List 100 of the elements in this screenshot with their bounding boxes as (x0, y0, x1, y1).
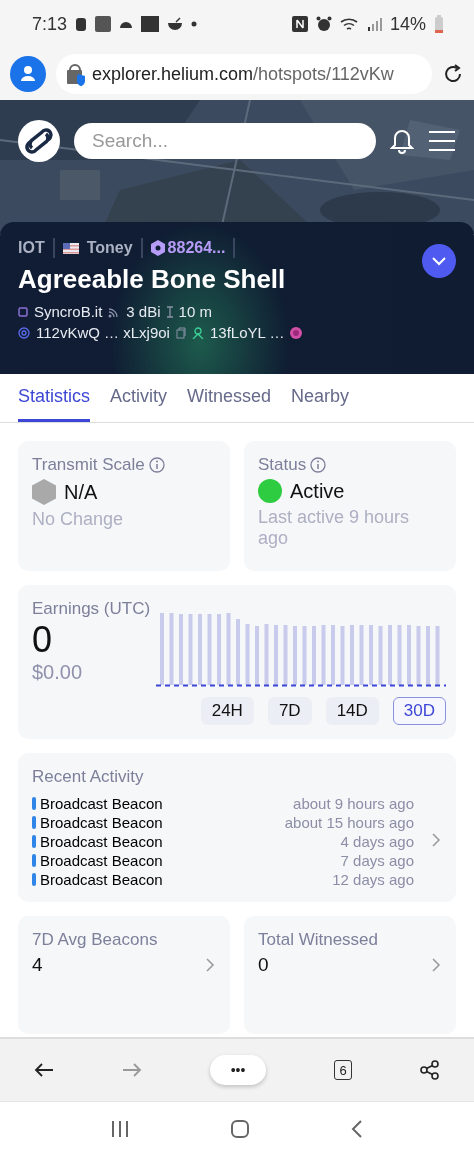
range-button[interactable]: 7D (267, 697, 312, 725)
chart-bar (369, 625, 373, 685)
chart-bar (217, 614, 221, 685)
tab[interactable]: Nearby (291, 374, 350, 422)
card-title: Status (258, 455, 307, 475)
status-value: Active (290, 479, 345, 503)
flag-icon (62, 242, 79, 254)
menu-icon[interactable] (428, 130, 456, 152)
status-dot-icon (258, 479, 282, 503)
chart-bar (312, 626, 316, 685)
activity-label: Broadcast Beacon (40, 814, 163, 831)
chart-bar (388, 625, 392, 685)
recents-icon[interactable] (110, 1120, 129, 1138)
chart-bar (169, 613, 174, 685)
bar-marker-icon (32, 854, 36, 867)
antenna-icon (108, 305, 121, 318)
at-sign-icon (18, 326, 30, 339)
chevron-down-icon (432, 256, 446, 266)
activity-time: 12 days ago (332, 871, 415, 888)
activity-time: about 9 hours ago (293, 795, 415, 812)
card-title: Earnings (UTC) (32, 599, 151, 619)
chart-bar (179, 614, 183, 685)
bar-marker-icon (32, 816, 36, 829)
chart-bar (188, 614, 193, 685)
chart-bar (321, 625, 326, 685)
address-field[interactable]: explorer.helium.com/hotspots/112vKw (56, 54, 432, 94)
chart-bar (340, 626, 345, 685)
range-button[interactable]: 24H (200, 697, 254, 725)
back-icon[interactable] (351, 1119, 364, 1139)
bar-marker-icon (32, 835, 36, 848)
chart-bar (198, 614, 202, 685)
bar-marker-icon (32, 873, 36, 886)
info-icon[interactable] (148, 457, 165, 473)
range-button[interactable]: 30D (392, 697, 446, 725)
dome-icon (119, 19, 134, 29)
chart-bar (293, 626, 297, 685)
wifi-icon (339, 16, 360, 32)
height-icon (166, 305, 173, 318)
range-button[interactable]: 14D (325, 697, 379, 725)
activity-time: about 15 hours ago (284, 814, 415, 831)
chip-icon (18, 306, 28, 317)
info-icon[interactable] (310, 457, 327, 473)
tabs-button[interactable]: 6 (334, 1060, 352, 1080)
card-title: Recent Activity (32, 767, 144, 787)
hotspot-name: Agreeable Bone Shell (18, 264, 287, 295)
person-icon (191, 326, 204, 339)
forward-arrow-icon[interactable] (122, 1062, 142, 1078)
chart-bar (226, 613, 231, 685)
transmit-scale-value: N/A (64, 480, 98, 504)
chart-bar (302, 626, 307, 685)
chart-bar (274, 625, 278, 685)
clock-time: 7:13 (32, 13, 68, 35)
logo-icon[interactable] (18, 120, 60, 162)
more-button[interactable]: ••• (210, 1055, 266, 1085)
chevron-right-icon[interactable] (204, 957, 216, 973)
expand-button[interactable] (422, 244, 456, 278)
battery-percentage: 14% (389, 13, 426, 35)
chart-bar (435, 626, 440, 685)
app-icon (95, 16, 112, 32)
share-icon[interactable] (420, 1060, 440, 1080)
elevation-label: 10 m (178, 303, 212, 320)
activity-label: Broadcast Beacon (40, 833, 163, 850)
activity-label: Broadcast Beacon (40, 795, 163, 812)
chevron-right-icon[interactable] (430, 831, 442, 848)
location-label: Toney (86, 239, 133, 257)
card-title: Transmit Scale (32, 455, 145, 475)
chart-bar (426, 626, 430, 685)
transmit-scale-note: No Change (32, 509, 125, 530)
gain-label: 3 dBi (126, 303, 161, 320)
copy-icon[interactable] (175, 326, 186, 339)
activity-label: Broadcast Beacon (40, 871, 163, 888)
alarm-icon (315, 16, 332, 32)
chart-bar (207, 614, 212, 685)
maker-label: SyncroB.it (34, 303, 103, 320)
card-title: 7D Avg Beacons (32, 930, 158, 950)
profile-icon[interactable] (10, 56, 46, 92)
chart-bar (245, 624, 250, 685)
home-icon[interactable] (230, 1119, 250, 1139)
chart-bar (255, 626, 259, 685)
chart-bar (160, 613, 164, 685)
bell-icon[interactable] (390, 128, 414, 154)
search-field[interactable]: Search... (74, 123, 376, 159)
bar-marker-icon (32, 797, 36, 810)
app-icon (141, 16, 160, 32)
tab[interactable]: Witnessed (187, 374, 272, 422)
chevron-right-icon[interactable] (430, 957, 442, 973)
chart-bar (378, 626, 383, 685)
signal-icon (367, 17, 382, 31)
notification-icon (75, 15, 88, 33)
chart-bar (264, 624, 269, 685)
card-title: Total Witnessed (258, 930, 378, 950)
back-arrow-icon[interactable] (34, 1062, 54, 1078)
tab[interactable]: Activity (110, 374, 168, 422)
activity-time: 4 days ago (340, 833, 415, 850)
earnings-usd: $0.00 (32, 661, 84, 684)
earnings-value: 0 (32, 619, 54, 661)
location-pin-icon (150, 240, 165, 256)
secure-lock-icon (66, 62, 86, 86)
reload-icon[interactable] (442, 63, 464, 85)
avatar-icon (290, 326, 303, 339)
